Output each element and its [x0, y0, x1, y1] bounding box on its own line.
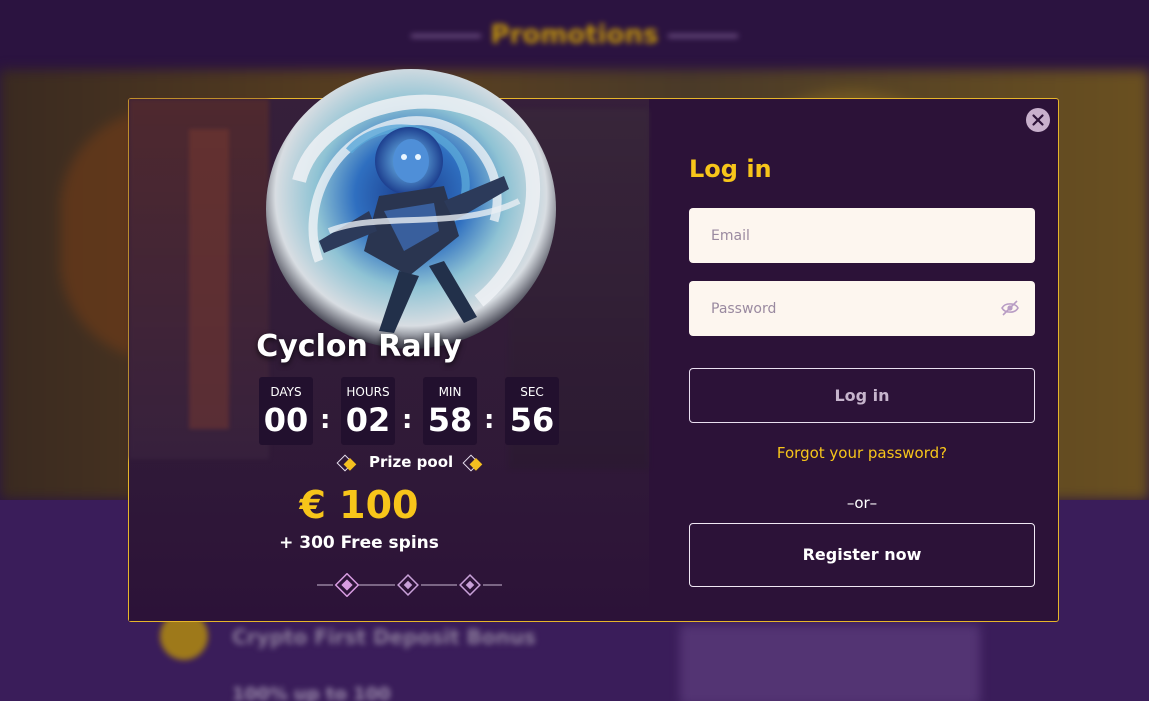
promo-panel: Cyclon Rally DAYS 00 : HOURS 02 : MIN 58…: [129, 69, 649, 621]
countdown-separator: :: [484, 405, 495, 435]
eye-slash-icon[interactable]: [1000, 299, 1020, 317]
countdown-timer: DAYS 00 : HOURS 02 : MIN 58 : SEC 56: [259, 377, 559, 447]
login-button[interactable]: Log in: [689, 368, 1035, 423]
promo-row-title: Crypto First Deposit Bonus: [232, 625, 536, 649]
cyclone-warrior-image: [266, 69, 556, 349]
close-icon: [1032, 114, 1044, 126]
sparkle-diamond-icon: [462, 454, 483, 472]
countdown-minutes: MIN 58: [423, 377, 477, 445]
page-heading: Promotions: [0, 20, 1149, 50]
countdown-hours: HOURS 02: [341, 377, 395, 445]
countdown-value: 02: [345, 401, 391, 439]
countdown-label: SEC: [520, 385, 544, 399]
prize-pool-row: Prize pool: [329, 453, 489, 475]
prize-pool-label: Prize pool: [369, 453, 454, 471]
prize-amount: € 100: [299, 483, 419, 527]
countdown-seconds: SEC 56: [505, 377, 559, 445]
or-divider: –or–: [846, 494, 878, 512]
diamond-ornament-icon: [317, 573, 502, 597]
email-field[interactable]: [689, 208, 1035, 263]
sparkle-diamond-icon: [336, 454, 357, 472]
countdown-label: HOURS: [346, 385, 390, 399]
countdown-value: 58: [427, 401, 473, 439]
register-button[interactable]: Register now: [689, 523, 1035, 587]
login-title: Log in: [689, 155, 772, 183]
promo-title: Cyclon Rally: [256, 329, 462, 364]
countdown-separator: :: [402, 405, 413, 435]
promo-card: [680, 625, 980, 701]
prize-spins: + 300 Free spins: [279, 533, 439, 553]
login-modal: Cyclon Rally DAYS 00 : HOURS 02 : MIN 58…: [128, 69, 1059, 622]
password-field[interactable]: [689, 281, 1035, 336]
promo-row-subtitle: 100% up to 100: [232, 684, 391, 701]
countdown-value: 56: [509, 401, 555, 439]
forgot-password-link[interactable]: Forgot your password?: [689, 444, 1035, 462]
countdown-label: MIN: [438, 385, 462, 399]
countdown-days: DAYS 00: [259, 377, 313, 445]
countdown-separator: :: [320, 405, 331, 435]
countdown-label: DAYS: [270, 385, 302, 399]
countdown-value: 00: [263, 401, 309, 439]
close-button[interactable]: [1026, 108, 1050, 132]
